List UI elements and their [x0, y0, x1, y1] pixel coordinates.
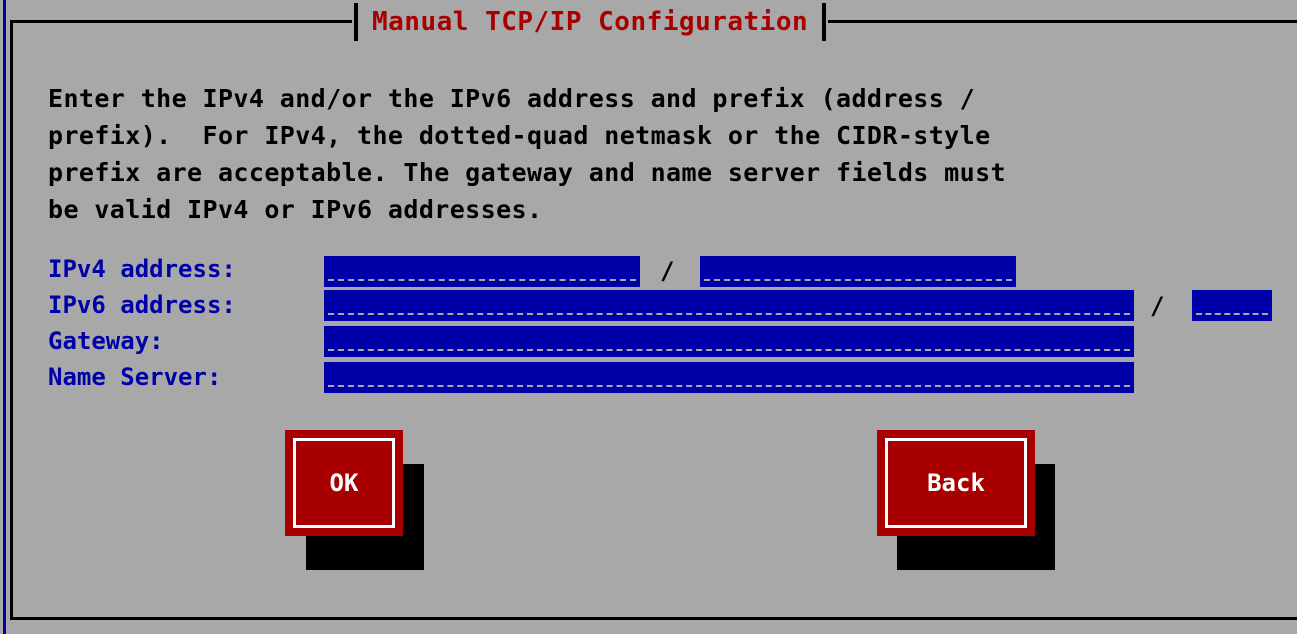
ipv6-prefix-input[interactable] [1192, 290, 1272, 321]
installer-screen: Manual TCP/IP Configuration Enter the IP… [0, 0, 1297, 634]
ok-button[interactable]: OK [285, 430, 403, 536]
gateway-input[interactable] [324, 326, 1134, 357]
ipv6-prefix-separator: / [1150, 292, 1165, 320]
ipv4-address-input[interactable] [324, 256, 640, 287]
left-border-line [3, 0, 6, 634]
ipv4-prefix-separator: / [660, 257, 675, 285]
name-server-input[interactable] [324, 362, 1134, 393]
instructions-text: Enter the IPv4 and/or the IPv6 address a… [48, 84, 1006, 224]
ipv6-address-label: IPv6 address: [48, 291, 236, 319]
ipv4-address-label: IPv4 address: [48, 255, 236, 283]
name-server-label: Name Server: [48, 363, 222, 391]
ok-button-label: OK [293, 438, 395, 528]
title-right-divider [822, 3, 827, 41]
dialog-title: Manual TCP/IP Configuration [372, 7, 809, 37]
back-button[interactable]: Back [877, 430, 1035, 536]
ipv4-prefix-input[interactable] [700, 256, 1016, 287]
ipv6-address-input[interactable] [324, 290, 1134, 321]
dialog-title-bar: Manual TCP/IP Configuration [352, 2, 829, 42]
back-button-label: Back [885, 438, 1027, 528]
gateway-label: Gateway: [48, 327, 164, 355]
